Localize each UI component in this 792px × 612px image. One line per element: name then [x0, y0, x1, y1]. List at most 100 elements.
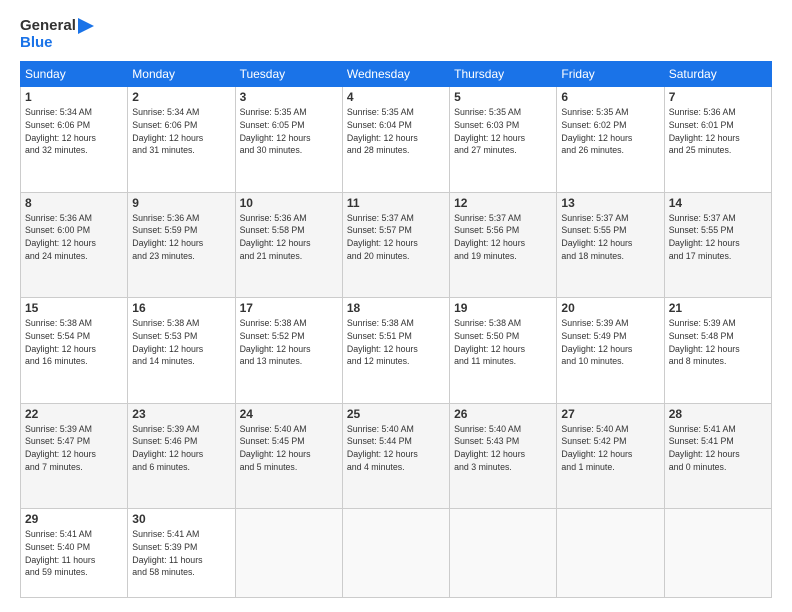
- calendar-cell: 3 Sunrise: 5:35 AM Sunset: 6:05 PM Daylig…: [235, 87, 342, 193]
- calendar-cell: 23 Sunrise: 5:39 AM Sunset: 5:46 PM Dayli…: [128, 403, 235, 509]
- calendar-cell: 13 Sunrise: 5:37 AM Sunset: 5:55 PM Dayli…: [557, 192, 664, 298]
- calendar-cell: 21Sunrise: 5:39 AM Sunset: 5:48 PM Dayli…: [664, 298, 771, 404]
- day-info: Sunrise: 5:41 AM Sunset: 5:40 PM Dayligh…: [25, 528, 123, 579]
- calendar-cell: 15 Sunrise: 5:38 AM Sunset: 5:54 PM Dayli…: [21, 298, 128, 404]
- calendar-cell: 12 Sunrise: 5:37 AM Sunset: 5:56 PM Dayli…: [450, 192, 557, 298]
- day-number: 29: [25, 512, 123, 526]
- day-number: 18: [347, 301, 445, 315]
- calendar-cell: 22 Sunrise: 5:39 AM Sunset: 5:47 PM Dayli…: [21, 403, 128, 509]
- calendar-cell: 2 Sunrise: 5:34 AM Sunset: 6:06 PM Daylig…: [128, 87, 235, 193]
- day-info: Sunrise: 5:40 AM Sunset: 5:44 PM Dayligh…: [347, 423, 445, 474]
- calendar-cell: [450, 509, 557, 598]
- day-number: 11: [347, 196, 445, 210]
- day-number: 3: [240, 90, 338, 104]
- calendar-cell: [342, 509, 449, 598]
- calendar-cell: 6 Sunrise: 5:35 AM Sunset: 6:02 PM Daylig…: [557, 87, 664, 193]
- day-number: 5: [454, 90, 552, 104]
- day-number: 24: [240, 407, 338, 421]
- day-number: 27: [561, 407, 659, 421]
- day-info: Sunrise: 5:38 AM Sunset: 5:50 PM Dayligh…: [454, 317, 552, 368]
- calendar-cell: 8 Sunrise: 5:36 AM Sunset: 6:00 PM Daylig…: [21, 192, 128, 298]
- day-number: 1: [25, 90, 123, 104]
- calendar-cell: 29 Sunrise: 5:41 AM Sunset: 5:40 PM Dayli…: [21, 509, 128, 598]
- day-info: Sunrise: 5:41 AM Sunset: 5:39 PM Dayligh…: [132, 528, 230, 579]
- day-number: 28: [669, 407, 767, 421]
- calendar-cell: 7 Sunrise: 5:36 AM Sunset: 6:01 PM Daylig…: [664, 87, 771, 193]
- weekday-header-wednesday: Wednesday: [342, 62, 449, 87]
- calendar-cell: 28 Sunrise: 5:41 AM Sunset: 5:41 PM Dayli…: [664, 403, 771, 509]
- calendar-cell: [664, 509, 771, 598]
- day-number: 25: [347, 407, 445, 421]
- day-info: Sunrise: 5:39 AM Sunset: 5:46 PM Dayligh…: [132, 423, 230, 474]
- calendar-cell: 11 Sunrise: 5:37 AM Sunset: 5:57 PM Dayli…: [342, 192, 449, 298]
- day-info: Sunrise: 5:35 AM Sunset: 6:02 PM Dayligh…: [561, 106, 659, 157]
- calendar-cell: 10 Sunrise: 5:36 AM Sunset: 5:58 PM Dayli…: [235, 192, 342, 298]
- logo-arrow-icon: [78, 18, 94, 34]
- day-info: Sunrise: 5:37 AM Sunset: 5:56 PM Dayligh…: [454, 212, 552, 263]
- day-number: 10: [240, 196, 338, 210]
- calendar-cell: [235, 509, 342, 598]
- day-number: 26: [454, 407, 552, 421]
- calendar-cell: 9 Sunrise: 5:36 AM Sunset: 5:59 PM Daylig…: [128, 192, 235, 298]
- calendar-cell: 26 Sunrise: 5:40 AM Sunset: 5:43 PM Dayli…: [450, 403, 557, 509]
- logo-blue: Blue: [20, 35, 53, 52]
- day-number: 9: [132, 196, 230, 210]
- day-info: Sunrise: 5:40 AM Sunset: 5:42 PM Dayligh…: [561, 423, 659, 474]
- day-info: Sunrise: 5:34 AM Sunset: 6:06 PM Dayligh…: [132, 106, 230, 157]
- day-info: Sunrise: 5:38 AM Sunset: 5:54 PM Dayligh…: [25, 317, 123, 368]
- calendar-cell: 27 Sunrise: 5:40 AM Sunset: 5:42 PM Dayli…: [557, 403, 664, 509]
- day-number: 22: [25, 407, 123, 421]
- weekday-header-tuesday: Tuesday: [235, 62, 342, 87]
- day-number: 6: [561, 90, 659, 104]
- day-number: 30: [132, 512, 230, 526]
- day-info: Sunrise: 5:39 AM Sunset: 5:49 PM Dayligh…: [561, 317, 659, 368]
- day-number: 15: [25, 301, 123, 315]
- day-info: Sunrise: 5:40 AM Sunset: 5:43 PM Dayligh…: [454, 423, 552, 474]
- day-number: 20: [561, 301, 659, 315]
- day-number: 7: [669, 90, 767, 104]
- day-info: Sunrise: 5:36 AM Sunset: 6:01 PM Dayligh…: [669, 106, 767, 157]
- header: General Blue: [20, 18, 772, 51]
- day-number: 23: [132, 407, 230, 421]
- day-number: 21: [669, 301, 767, 315]
- day-info: Sunrise: 5:39 AM Sunset: 5:47 PM Dayligh…: [25, 423, 123, 474]
- day-info: Sunrise: 5:36 AM Sunset: 6:00 PM Dayligh…: [25, 212, 123, 263]
- day-number: 13: [561, 196, 659, 210]
- calendar-cell: 20 Sunrise: 5:39 AM Sunset: 5:49 PM Dayli…: [557, 298, 664, 404]
- calendar-cell: 18Sunrise: 5:38 AM Sunset: 5:51 PM Dayli…: [342, 298, 449, 404]
- calendar-cell: 30 Sunrise: 5:41 AM Sunset: 5:39 PM Dayli…: [128, 509, 235, 598]
- day-info: Sunrise: 5:37 AM Sunset: 5:57 PM Dayligh…: [347, 212, 445, 263]
- day-number: 12: [454, 196, 552, 210]
- day-info: Sunrise: 5:38 AM Sunset: 5:52 PM Dayligh…: [240, 317, 338, 368]
- day-info: Sunrise: 5:38 AM Sunset: 5:53 PM Dayligh…: [132, 317, 230, 368]
- day-number: 16: [132, 301, 230, 315]
- weekday-header-thursday: Thursday: [450, 62, 557, 87]
- day-number: 8: [25, 196, 123, 210]
- calendar-cell: 14 Sunrise: 5:37 AM Sunset: 5:55 PM Dayli…: [664, 192, 771, 298]
- calendar-cell: 16 Sunrise: 5:38 AM Sunset: 5:53 PM Dayli…: [128, 298, 235, 404]
- calendar-cell: 19 Sunrise: 5:38 AM Sunset: 5:50 PM Dayli…: [450, 298, 557, 404]
- day-number: 14: [669, 196, 767, 210]
- day-info: Sunrise: 5:35 AM Sunset: 6:04 PM Dayligh…: [347, 106, 445, 157]
- weekday-header-sunday: Sunday: [21, 62, 128, 87]
- day-info: Sunrise: 5:35 AM Sunset: 6:05 PM Dayligh…: [240, 106, 338, 157]
- day-info: Sunrise: 5:36 AM Sunset: 5:59 PM Dayligh…: [132, 212, 230, 263]
- logo-general: General: [20, 18, 76, 35]
- day-number: 4: [347, 90, 445, 104]
- page: General Blue SundayMondayTuesdayWednesda…: [0, 0, 792, 612]
- calendar-cell: 25 Sunrise: 5:40 AM Sunset: 5:44 PM Dayli…: [342, 403, 449, 509]
- weekday-header-friday: Friday: [557, 62, 664, 87]
- day-info: Sunrise: 5:36 AM Sunset: 5:58 PM Dayligh…: [240, 212, 338, 263]
- day-info: Sunrise: 5:40 AM Sunset: 5:45 PM Dayligh…: [240, 423, 338, 474]
- day-info: Sunrise: 5:37 AM Sunset: 5:55 PM Dayligh…: [669, 212, 767, 263]
- day-info: Sunrise: 5:34 AM Sunset: 6:06 PM Dayligh…: [25, 106, 123, 157]
- calendar-cell: 5Sunrise: 5:35 AM Sunset: 6:03 PM Daylig…: [450, 87, 557, 193]
- calendar-cell: 24 Sunrise: 5:40 AM Sunset: 5:45 PM Dayli…: [235, 403, 342, 509]
- day-number: 2: [132, 90, 230, 104]
- day-number: 19: [454, 301, 552, 315]
- weekday-header-monday: Monday: [128, 62, 235, 87]
- day-info: Sunrise: 5:37 AM Sunset: 5:55 PM Dayligh…: [561, 212, 659, 263]
- day-info: Sunrise: 5:41 AM Sunset: 5:41 PM Dayligh…: [669, 423, 767, 474]
- calendar-cell: 4 Sunrise: 5:35 AM Sunset: 6:04 PM Daylig…: [342, 87, 449, 193]
- calendar-cell: 1 Sunrise: 5:34 AM Sunset: 6:06 PM Daylig…: [21, 87, 128, 193]
